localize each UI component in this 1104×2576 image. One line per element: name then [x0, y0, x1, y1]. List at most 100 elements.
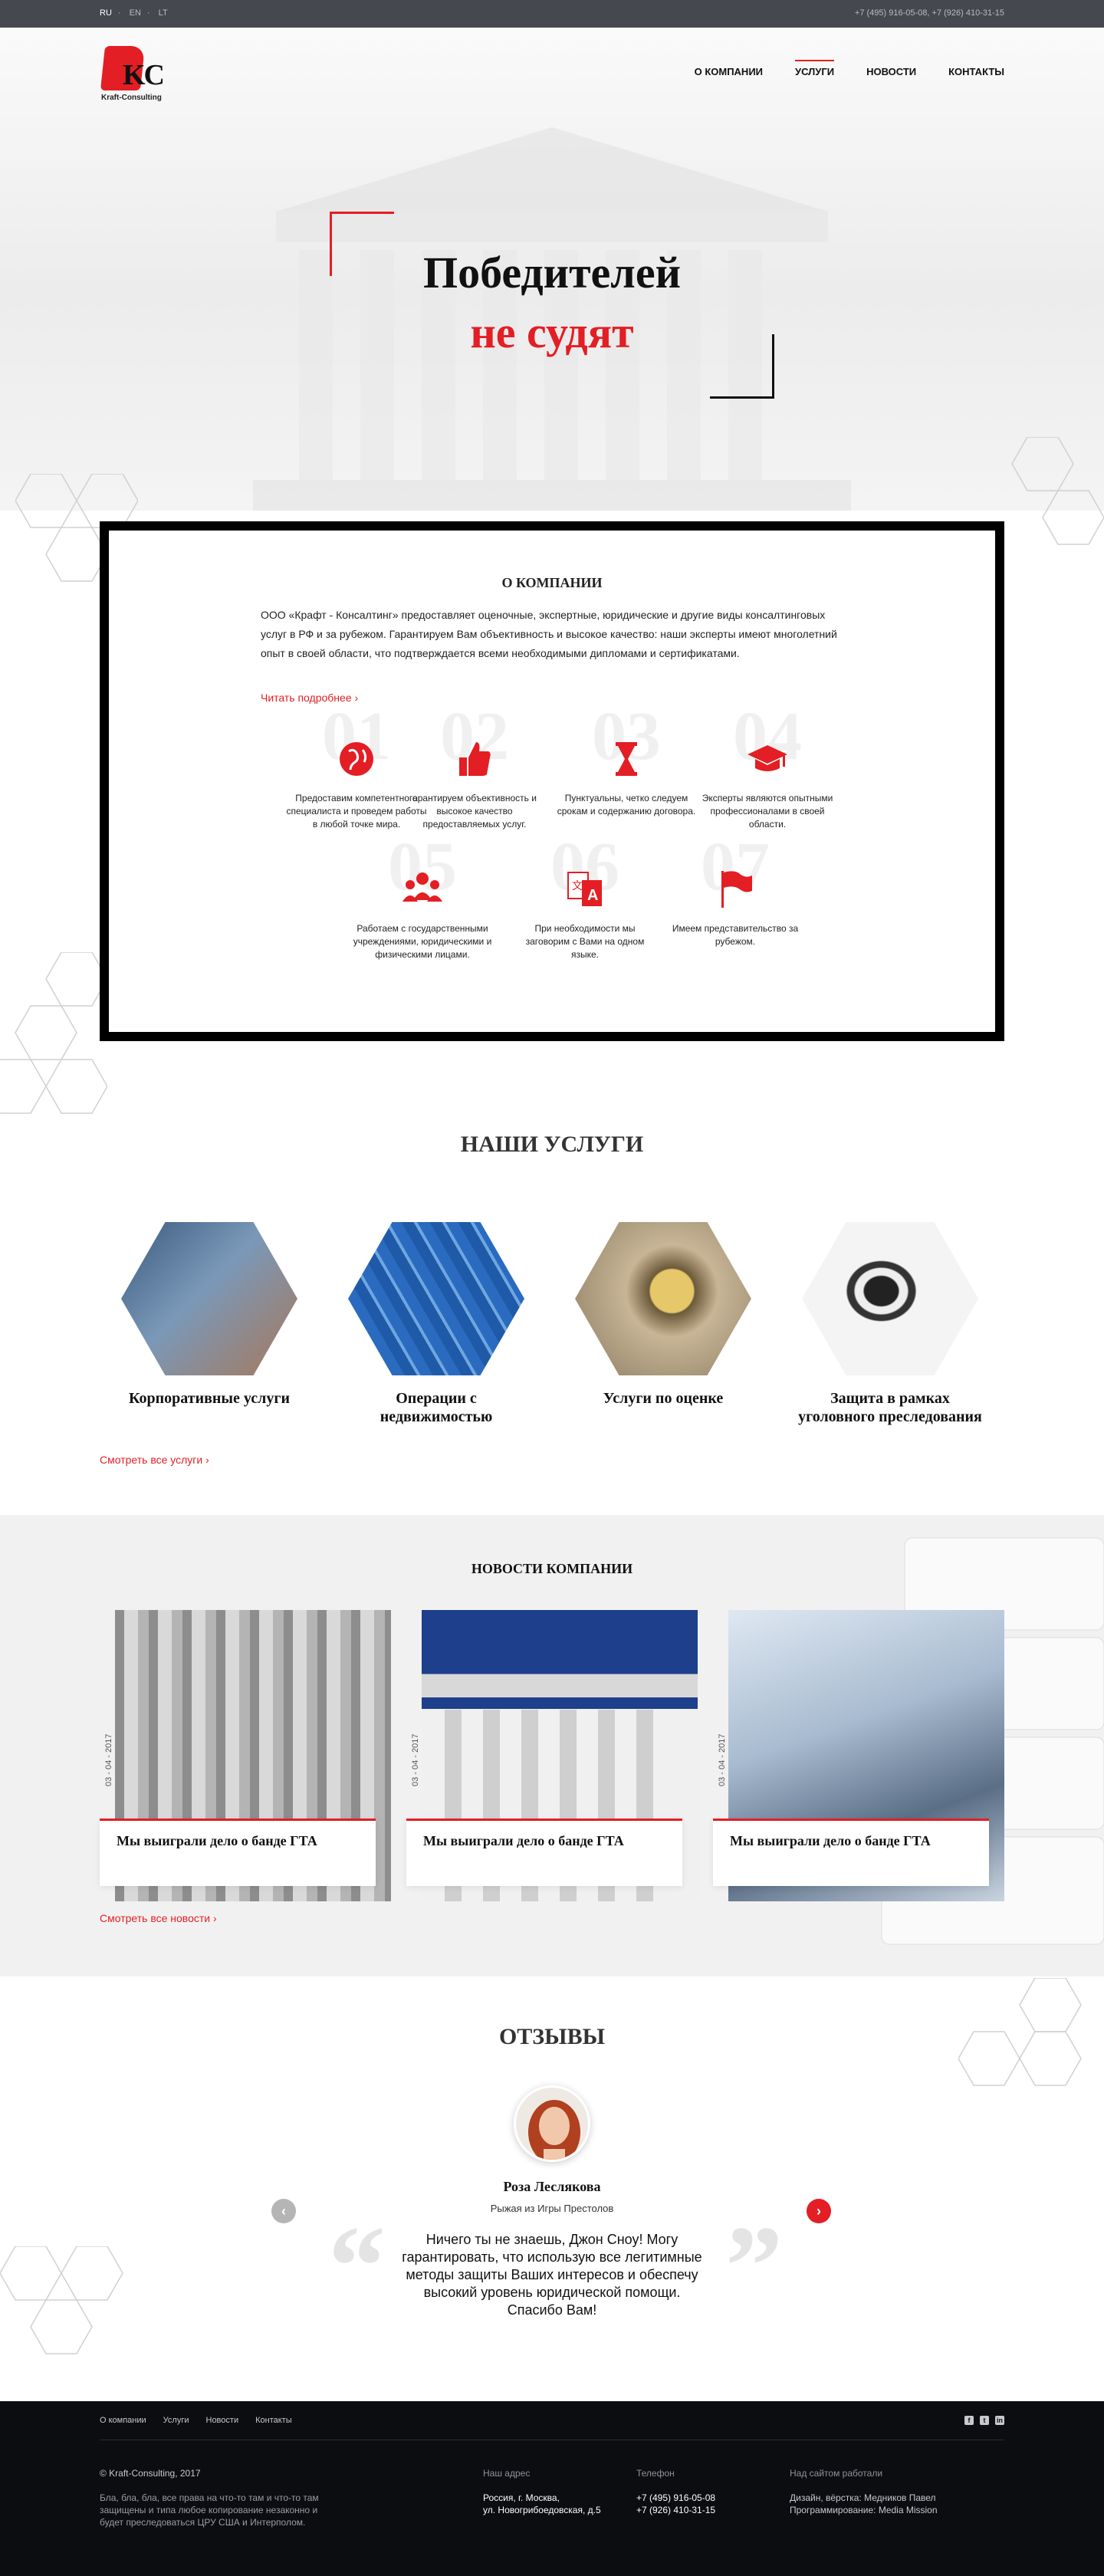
- address-label: Наш адрес: [483, 2468, 531, 2479]
- feature-item: 02 арантируем объективность и высокое ка…: [402, 702, 547, 831]
- logo-name: Kraft-Consulting: [101, 94, 162, 102]
- feature-text: Работаем с государственными учреждениями…: [353, 923, 492, 960]
- news-section: НОВОСТИ КОМПАНИИ 03 - 04 - 2017 Мы выигр…: [0, 1515, 1104, 1976]
- header-phones[interactable]: +7 (495) 916-05-08, +7 (926) 410-31-15: [855, 8, 1004, 18]
- services-title: НАШИ УСЛУГИ: [460, 1132, 644, 1157]
- svg-text:文: 文: [572, 879, 583, 892]
- hexagon-pattern-decor: [0, 2246, 123, 2354]
- logo-letters: KC: [123, 59, 165, 91]
- graduation-cap-icon: [748, 745, 787, 771]
- news-card[interactable]: 03 - 04 - 2017 Мы выиграли дело о банде …: [100, 1610, 391, 1901]
- service-image-magnifier: [575, 1222, 751, 1375]
- footer: О компании Услуги Новости Контакты f t i…: [0, 2401, 1104, 2576]
- address-line-1: Россия, г. Москва,: [483, 2492, 560, 2503]
- footer-link-news[interactable]: Новости: [206, 2416, 239, 2425]
- lang-lt[interactable]: LT: [159, 8, 168, 18]
- phone-1[interactable]: +7 (495) 916-05-08: [636, 2492, 715, 2504]
- service-card[interactable]: Защита в рамках уголовного преследования: [794, 1222, 986, 1426]
- news-caption: Мы выиграли дело о банде ГТА: [100, 1819, 376, 1886]
- review-prev-button[interactable]: ‹: [271, 2199, 296, 2223]
- feature-item: 04 Эксперты являются опытными профессион…: [695, 702, 840, 831]
- news-card-title[interactable]: Мы выиграли дело о банде ГТА: [117, 1833, 317, 1849]
- nav-services[interactable]: УСЛУГИ: [795, 60, 835, 84]
- lang-en[interactable]: EN: [130, 8, 141, 18]
- nav-about[interactable]: О КОМПАНИИ: [695, 66, 763, 84]
- service-label: Операции с недвижимостью: [380, 1390, 493, 1425]
- service-image-meeting: [121, 1222, 297, 1375]
- news-date: 03 - 04 - 2017: [104, 1733, 113, 1787]
- hero-section: KC Kraft-Consulting О КОМПАНИИ УСЛУГИ НО…: [0, 28, 1104, 511]
- footer-link-about[interactable]: О компании: [100, 2416, 146, 2425]
- news-date: 03 - 04 - 2017: [718, 1733, 727, 1787]
- service-image-handcuffs: [802, 1222, 978, 1375]
- footer-credits-block: Над сайтом работали Дизайн, вёрстка: Мед…: [790, 2467, 938, 2516]
- phone-2[interactable]: +7 (926) 410-31-15: [636, 2504, 715, 2516]
- lang-ru[interactable]: RU: [100, 8, 112, 18]
- feature-text: Имеем представительство за рубежом.: [672, 923, 799, 947]
- news-card[interactable]: 03 - 04 - 2017 Мы выиграли дело о банде …: [406, 1610, 698, 1901]
- reviewer-role: Рыжая из Игры Престолов: [490, 2203, 614, 2214]
- news-caption: Мы выиграли дело о банде ГТА: [406, 1819, 682, 1886]
- news-date: 03 - 04 - 2017: [411, 1733, 420, 1787]
- credits-design: Дизайн, вёрстка: Медников Павел: [790, 2492, 936, 2503]
- reviewer-name: Роза Леслякова: [503, 2179, 601, 2194]
- feature-item: 05 Работаем с государственными учреждени…: [350, 833, 495, 961]
- main-nav: О КОМПАНИИ УСЛУГИ НОВОСТИ КОНТАКТЫ: [695, 60, 1004, 84]
- feature-item: 06 A 文 При необходимости мы заговорим с …: [512, 833, 658, 961]
- flag-icon: [721, 871, 752, 908]
- review-next-button[interactable]: ›: [807, 2199, 831, 2223]
- hexagon-pattern-decor: [0, 952, 107, 1114]
- translate-icon: A 文: [567, 872, 602, 906]
- reviews-title: ОТЗЫВЫ: [498, 2024, 606, 2049]
- service-card[interactable]: Операции с недвижимостью: [340, 1222, 532, 1426]
- open-quote-icon: “: [328, 2203, 386, 2330]
- language-switcher: RU · EN · LT: [100, 8, 168, 18]
- service-label: Защита в рамках уголовного преследования: [798, 1390, 982, 1425]
- linkedin-icon[interactable]: in: [995, 2416, 1004, 2425]
- about-text: ООО «Крафт - Консалтинг» предоставляет о…: [261, 609, 837, 659]
- top-bar: RU · EN · LT +7 (495) 916-05-08, +7 (926) …: [0, 0, 1104, 28]
- news-card-title[interactable]: Мы выиграли дело о банде ГТА: [423, 1833, 624, 1849]
- about-title: О КОМПАНИИ: [501, 575, 603, 590]
- nav-contacts[interactable]: КОНТАКТЫ: [948, 66, 1004, 84]
- review-text: Ничего ты не знаешь, Джон Сноу! Могу гар…: [402, 2232, 702, 2318]
- about-section: О КОМПАНИИ ООО «Крафт - Консалтинг» пред…: [100, 521, 1004, 1041]
- news-card[interactable]: 03 - 04 - 2017 Мы выиграли дело о банде …: [713, 1610, 1004, 1901]
- people-icon: [402, 872, 442, 902]
- all-news-link[interactable]: Смотреть все новости ›: [100, 1912, 217, 1924]
- footer-link-contacts[interactable]: Контакты: [255, 2416, 292, 2425]
- service-label: Корпоративные услуги: [128, 1390, 290, 1407]
- hero-title-line2: не судят: [470, 307, 634, 357]
- footer-link-services[interactable]: Услуги: [163, 2416, 189, 2425]
- nav-news[interactable]: НОВОСТИ: [866, 66, 916, 84]
- close-quote-icon: ”: [725, 2203, 783, 2330]
- news-caption: Мы выиграли дело о банде ГТА: [713, 1819, 989, 1886]
- feature-text: При необходимости мы заговорим с Вами на…: [525, 923, 645, 960]
- news-title: НОВОСТИ КОМПАНИИ: [471, 1561, 633, 1576]
- feature-item: 03 Пунктуальны, четко следуем срокам и с…: [554, 702, 699, 818]
- hero-title-line1: Победителей: [422, 248, 682, 297]
- footer-nav: О компании Услуги Новости Контакты: [100, 2416, 292, 2425]
- service-image-building: [348, 1222, 524, 1375]
- twitter-icon[interactable]: t: [980, 2416, 989, 2425]
- reviewer-photo: [516, 2088, 588, 2160]
- credits-programming: Программирование: Media Mission: [790, 2505, 938, 2515]
- service-card[interactable]: Услуги по оценке: [567, 1222, 759, 1408]
- footer-phone-block: Телефон +7 (495) 916-05-08 +7 (926) 410-…: [636, 2467, 715, 2516]
- credits-label: Над сайтом работали: [790, 2468, 883, 2479]
- globe-icon: [340, 742, 373, 776]
- logo[interactable]: KC Kraft-Consulting: [100, 46, 184, 107]
- hexagon-pattern-decor: [1011, 437, 1104, 545]
- news-card-title[interactable]: Мы выиграли дело о банде ГТА: [730, 1833, 931, 1849]
- feature-item: 07 Имеем представительство за рубежом.: [662, 833, 808, 948]
- service-card[interactable]: Корпоративные услуги: [113, 1222, 305, 1408]
- svg-text:A: A: [587, 887, 598, 904]
- service-label: Услуги по оценке: [603, 1390, 724, 1407]
- reviewer-avatar: [514, 2085, 590, 2162]
- legal-text: Бла, бла, бла, все права на что-то там и…: [100, 2492, 319, 2528]
- feature-text: Эксперты являются опытными профессионала…: [702, 793, 833, 830]
- facebook-icon[interactable]: f: [964, 2416, 974, 2425]
- all-services-link[interactable]: Смотреть все услуги ›: [100, 1454, 209, 1466]
- copyright-text: © Kraft-Consulting, 2017: [100, 2468, 201, 2479]
- footer-address-block: Наш адрес Россия, г. Москва, ул. Новогри…: [483, 2467, 601, 2516]
